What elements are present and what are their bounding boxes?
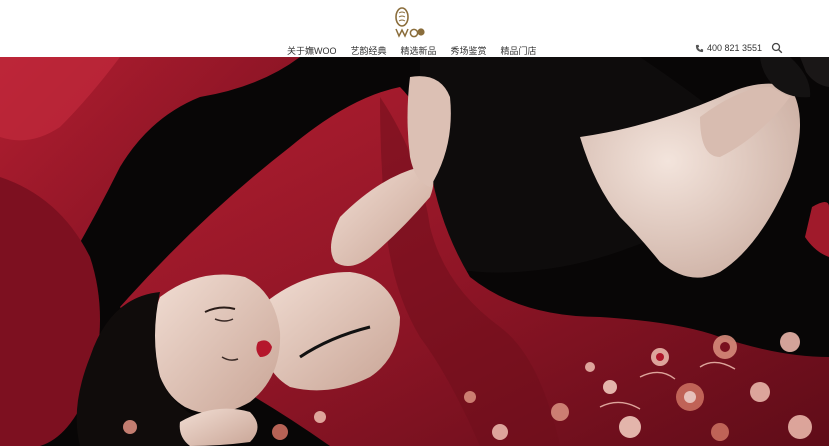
hero-banner[interactable] [0,57,829,446]
site-header: 关于嫵WOO 艺韵经典 精选新品 秀场鉴赏 精品门店 400 821 3551 [0,0,829,57]
page: 关于嫵WOO 艺韵经典 精选新品 秀场鉴赏 精品门店 400 821 3551 [0,0,829,446]
nav-item-runway[interactable]: 秀场鉴赏 [451,45,487,57]
phone-contact[interactable]: 400 821 3551 [695,42,762,54]
nav-item-classics[interactable]: 艺韵经典 [351,45,387,57]
search-icon[interactable] [771,41,783,54]
phone-icon [695,44,704,53]
nav-item-new-arrivals[interactable]: 精选新品 [401,45,437,57]
nav-item-stores[interactable]: 精品门店 [501,45,537,57]
phone-number: 400 821 3551 [707,43,763,53]
main-nav: 关于嫵WOO 艺韵经典 精选新品 秀场鉴赏 精品门店 [287,45,551,57]
nav-item-about[interactable]: 关于嫵WOO [287,45,337,57]
woo-logo-icon[interactable] [389,3,429,39]
hero-image [0,57,829,446]
